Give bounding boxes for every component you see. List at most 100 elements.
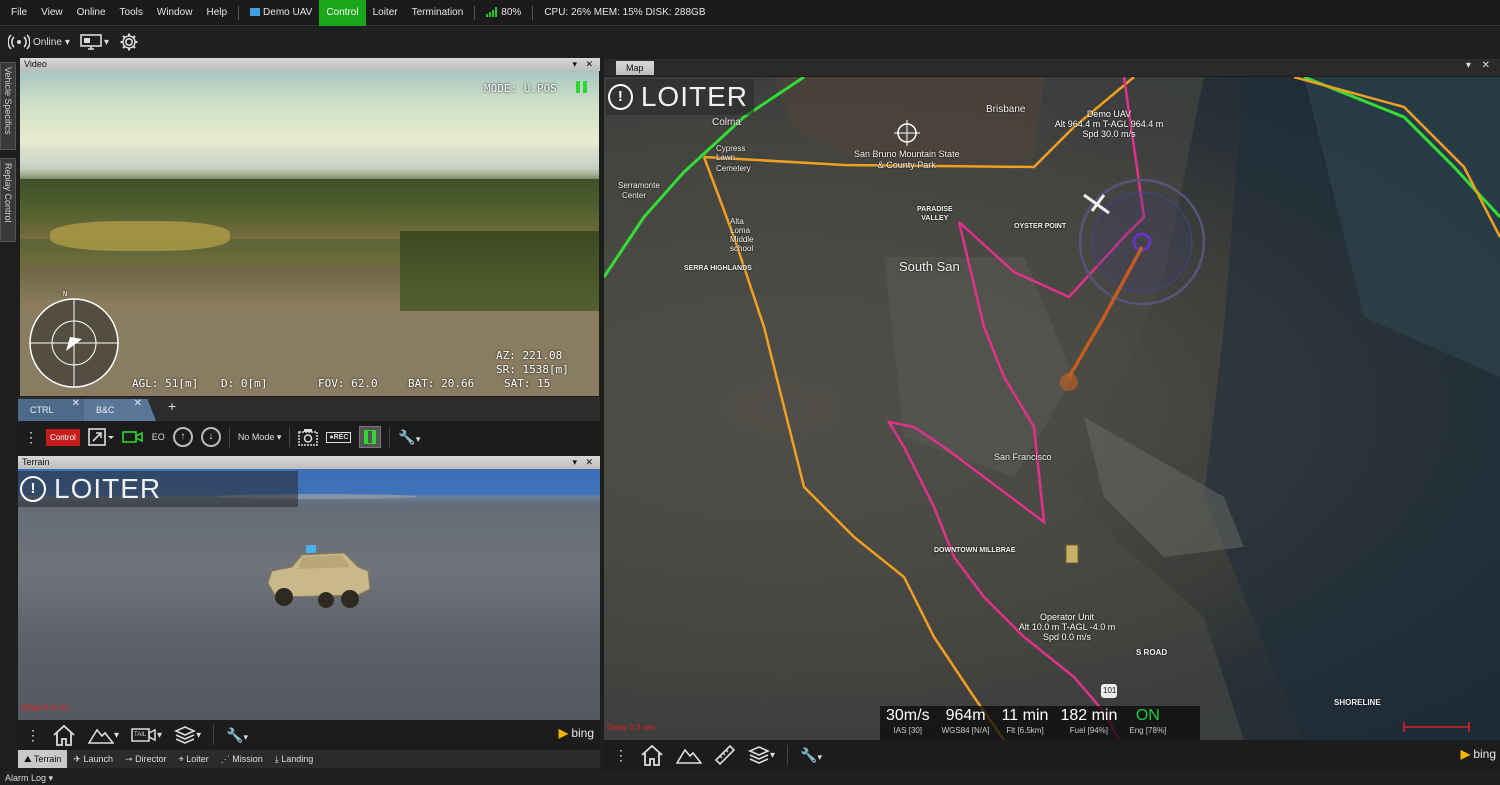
video-feed[interactable]: MODE: U.POS N AZ: 221.08 SR: 1538[m] AGL… (20, 71, 599, 396)
terrain-tab-strip: ⛰ Terrain ✈ Launch ⊸ Director ⌖ Loiter ⋰… (18, 750, 600, 768)
map-label-lawn: Lawn (716, 153, 736, 162)
hud-azimuth: AZ: 221.08 (496, 349, 563, 362)
snapshot-icon[interactable] (298, 428, 319, 446)
control-button[interactable]: Control (46, 428, 80, 446)
camera-mode-button[interactable]: TAIL ▾ (131, 727, 162, 743)
more-options-icon[interactable]: ⋮ (614, 747, 628, 764)
map-label-oyster-point: OYSTER POINT (1014, 223, 1067, 230)
demo-uav-alt: Alt 964.4 m T-AGL 964.4 m (1054, 119, 1164, 129)
map-label-downtown-millbrae: DOWNTOWN MILLBRAE (934, 547, 1016, 554)
menu-view[interactable]: View (34, 0, 70, 26)
tab-bc[interactable]: B&C ✕ (84, 399, 156, 421)
close-icon[interactable]: ✕ (134, 399, 142, 415)
arrow-down-icon[interactable]: ↓ (200, 427, 221, 447)
launch-icon: ✈ (73, 754, 81, 764)
pointer-mode-icon[interactable] (87, 427, 114, 447)
more-options-icon[interactable]: ⋮ (26, 727, 40, 744)
telemetry-fuel: 182 min Fuel [94%] (1054, 706, 1123, 740)
tab-ctrl[interactable]: CTRL ✕ (18, 398, 84, 421)
telemetry-value: 964m (945, 707, 986, 724)
bing-logo-text: bing (571, 726, 594, 740)
arrow-up-icon[interactable]: ↑ (172, 427, 193, 447)
map-label-alta-loma: Alta Loma Middle school (730, 217, 754, 253)
alarm-log-bar[interactable]: Alarm Log ▾ (0, 771, 1500, 785)
online-status-button[interactable]: Online ▾ (8, 34, 70, 50)
mode-loiter-button[interactable]: Loiter (366, 0, 405, 26)
home-icon[interactable] (640, 744, 664, 766)
wrench-menu-button[interactable]: 🔧▾ (226, 727, 248, 744)
chevron-down-icon: ▾ (196, 729, 202, 741)
tab-landing[interactable]: ⤓ Landing (269, 750, 320, 768)
record-label: REC (333, 433, 349, 441)
telemetry-altitude: 964m WGS84 [N/A] (936, 706, 996, 740)
landing-icon: ⤓ (274, 754, 279, 764)
map-panel-header: Map ▾ ✕ (604, 59, 1500, 76)
pause-icon (365, 431, 376, 443)
close-icon[interactable]: ✕ (72, 393, 80, 415)
tab-launch[interactable]: ✈ Launch (67, 750, 119, 768)
mission-icon: ⋰ (220, 754, 230, 764)
menu-file[interactable]: File (4, 0, 34, 26)
bing-logo: ▶ bing (558, 726, 594, 740)
compass-north-label: N (63, 290, 68, 298)
mode-select[interactable]: No Mode ▾ (238, 432, 282, 443)
ruler-icon[interactable] (714, 744, 736, 766)
map-view[interactable]: ! LOITER Brisbane Colma Cypress Lawn Cem… (604, 77, 1500, 740)
online-label: Online (33, 36, 62, 48)
operator-unit-label[interactable]: Operator Unit Alt 10.0 m T-AGL -4.0 m Sp… (1012, 612, 1122, 642)
menu-help[interactable]: Help (199, 0, 234, 26)
separator (213, 725, 215, 745)
tab-label: Mission (232, 754, 263, 764)
demo-uav-name: Demo UAV (1086, 109, 1132, 119)
panel-window-controls[interactable]: ▾ ✕ (1466, 60, 1494, 71)
side-tab-replay-control[interactable]: Replay Control (0, 158, 16, 242)
hud-battery: BAT: 20.66 (408, 377, 475, 390)
eo-label: EO (151, 432, 165, 442)
tab-mission[interactable]: ⋰ Mission (215, 750, 269, 768)
vehicle-selector[interactable]: Demo UAV (243, 0, 319, 26)
demo-uav-label[interactable]: Demo UAV Alt 964.4 m T-AGL 964.4 m Spd 3… (1044, 109, 1174, 139)
monitor-icon (80, 34, 102, 50)
map-mode-text: LOITER (640, 81, 748, 112)
separator (389, 427, 391, 447)
link-quality-value: 80% (501, 6, 522, 18)
wrench-menu-button[interactable]: 🔧▾ (398, 429, 420, 446)
map-tab[interactable]: Map (616, 61, 654, 75)
add-tab-button[interactable]: + (168, 398, 176, 414)
hud-fov: FOV: 62.0 (318, 377, 378, 390)
panel-window-controls[interactable]: ▾ ✕ (572, 58, 596, 71)
more-options-icon[interactable]: ⋮ (24, 429, 38, 446)
display-button[interactable]: ▾ (80, 34, 109, 50)
operator-spd: Spd 0.0 m/s (1042, 632, 1092, 642)
wrench-menu-button[interactable]: 🔧▾ (800, 747, 822, 764)
terrain-view[interactable]: ! LOITER Delay 0.3 sec (18, 469, 600, 720)
layers-button[interactable]: ▾ (748, 745, 775, 765)
home-icon[interactable] (52, 724, 76, 746)
pause-button[interactable] (359, 426, 382, 448)
tab-label: CTRL (30, 405, 54, 415)
camera-icon[interactable] (121, 429, 144, 445)
camera-mode-label: TAIL (134, 731, 147, 738)
separator (228, 427, 230, 447)
terrain-icon[interactable] (676, 746, 702, 764)
tab-director[interactable]: ⊸ Director (119, 750, 173, 768)
menu-window[interactable]: Window (150, 0, 200, 26)
record-button[interactable]: ●REC (326, 431, 352, 443)
side-tab-label: Vehicle Specifics (3, 67, 13, 135)
menu-tools[interactable]: Tools (113, 0, 150, 26)
mode-control-button[interactable]: Control (319, 0, 366, 26)
tab-terrain[interactable]: ⛰ Terrain (18, 750, 68, 768)
operator-alt: Alt 10.0 m T-AGL -4.0 m (1018, 622, 1116, 632)
panel-window-controls[interactable]: ▾ ✕ (572, 456, 596, 469)
layers-button[interactable]: ▾ (174, 725, 201, 745)
side-tab-vehicle-specifics[interactable]: Vehicle Specifics (0, 62, 16, 150)
operator-name: Operator Unit (1039, 612, 1095, 622)
tab-loiter[interactable]: ⌖ Loiter (173, 750, 215, 768)
terrain-view-button[interactable]: ▾ (88, 726, 119, 744)
menu-online[interactable]: Online (70, 0, 113, 26)
terrain-mode-text: LOITER (54, 473, 162, 504)
mode-termination-button[interactable]: Termination (405, 0, 471, 26)
tree-line (400, 231, 599, 311)
gear-icon[interactable] (119, 32, 139, 52)
telemetry-strip: 30m/s IAS [30] 964m WGS84 [N/A] 11 min Flt … (880, 706, 1200, 740)
